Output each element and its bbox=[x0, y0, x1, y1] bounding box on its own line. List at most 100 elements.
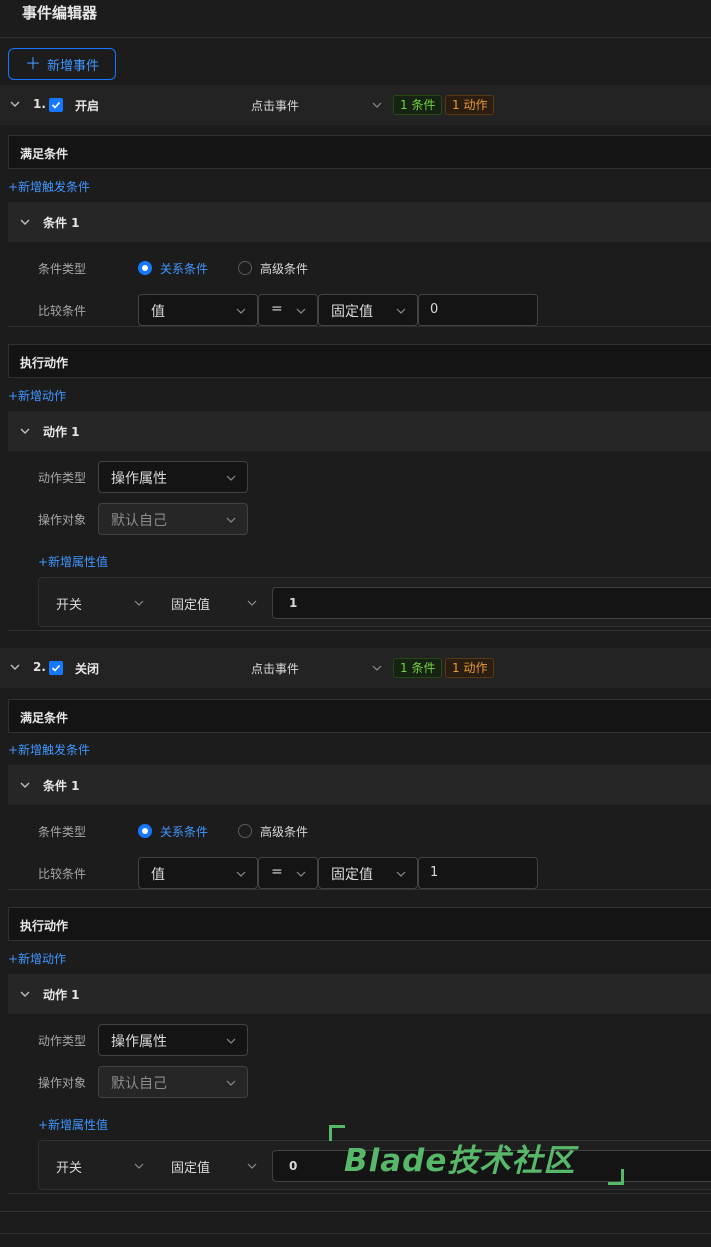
add-property-value-link[interactable]: +新增属性值 bbox=[38, 1116, 108, 1133]
chevron-down-icon[interactable] bbox=[18, 424, 32, 438]
chevron-down-icon[interactable] bbox=[18, 215, 32, 229]
compare-condition-label: 比较条件 bbox=[38, 304, 87, 318]
chevron-down-icon bbox=[396, 308, 406, 314]
divider bbox=[8, 326, 711, 327]
event-type-select[interactable]: 点击事件 bbox=[251, 97, 299, 114]
action-item-header[interactable]: 动作 1 bbox=[8, 411, 711, 451]
condition-item-header[interactable]: 条件 1 bbox=[8, 202, 711, 242]
add-event-button[interactable]: ＋ 新增事件 bbox=[8, 48, 116, 80]
chevron-down-icon bbox=[226, 475, 236, 481]
add-action-link[interactable]: +新增动作 bbox=[8, 950, 66, 967]
add-property-value-link[interactable]: +新增属性值 bbox=[38, 553, 108, 570]
property-value-text: 0 bbox=[289, 1159, 298, 1173]
chevron-down-icon bbox=[226, 517, 236, 523]
chevron-down-icon bbox=[396, 871, 406, 877]
divider bbox=[0, 1211, 711, 1212]
relation-condition-radio[interactable] bbox=[138, 824, 152, 838]
advanced-condition-radio[interactable] bbox=[238, 261, 252, 275]
operator-select[interactable]: = bbox=[258, 294, 318, 326]
event-header-2[interactable]: 2. 关闭 点击事件 1 条件 1 动作 bbox=[0, 648, 711, 688]
compare-left-select[interactable]: 值 bbox=[138, 294, 258, 326]
property-key-select[interactable]: 开关 bbox=[56, 594, 82, 613]
chevron-down-icon bbox=[226, 1080, 236, 1086]
action-target-select[interactable]: 默认自己 bbox=[98, 503, 248, 535]
property-row: 开关 固定值 0 bbox=[38, 1140, 711, 1190]
chevron-down-icon[interactable] bbox=[371, 662, 383, 674]
action-target-select[interactable]: 默认自己 bbox=[98, 1066, 248, 1098]
compare-value-text: 0 bbox=[430, 302, 439, 317]
divider bbox=[8, 1193, 711, 1194]
compare-left-select[interactable]: 值 bbox=[138, 857, 258, 889]
advanced-condition-radio[interactable] bbox=[238, 824, 252, 838]
condition-count-badge: 1 条件 bbox=[393, 95, 443, 115]
compare-right-mode-value: 固定值 bbox=[331, 867, 373, 883]
action-target-label: 操作对象 bbox=[38, 1076, 87, 1090]
advanced-condition-label[interactable]: 高级条件 bbox=[260, 823, 308, 840]
action-item-header[interactable]: 动作 1 bbox=[8, 974, 711, 1014]
conditions-title: 满足条件 bbox=[20, 711, 69, 725]
conditions-title: 满足条件 bbox=[20, 147, 69, 161]
event-index: 2. bbox=[33, 660, 46, 674]
event-enable-checkbox[interactable] bbox=[49, 661, 63, 675]
chevron-down-icon[interactable] bbox=[8, 97, 22, 111]
chevron-down-icon[interactable] bbox=[18, 987, 32, 1001]
chevron-down-icon[interactable] bbox=[18, 778, 32, 792]
chevron-down-icon bbox=[236, 871, 246, 877]
event-type-select[interactable]: 点击事件 bbox=[251, 660, 299, 677]
event-header-1[interactable]: 1. 开启 点击事件 1 条件 1 动作 bbox=[0, 85, 711, 125]
page-title: 事件编辑器 bbox=[22, 4, 98, 22]
add-action-link[interactable]: +新增动作 bbox=[8, 387, 66, 404]
operator-select[interactable]: = bbox=[258, 857, 318, 889]
chevron-down-icon bbox=[296, 871, 306, 877]
chevron-down-icon bbox=[296, 308, 306, 314]
property-mode-select[interactable]: 固定值 bbox=[171, 1157, 210, 1176]
add-trigger-condition-link[interactable]: +新增触发条件 bbox=[8, 178, 90, 195]
relation-condition-label[interactable]: 关系条件 bbox=[160, 823, 208, 840]
divider bbox=[0, 1233, 711, 1234]
advanced-condition-label[interactable]: 高级条件 bbox=[260, 260, 308, 277]
check-icon bbox=[51, 664, 61, 672]
chevron-down-icon[interactable] bbox=[246, 597, 258, 609]
property-value-input[interactable]: 1 bbox=[272, 587, 711, 619]
condition-item-header[interactable]: 条件 1 bbox=[8, 765, 711, 805]
condition-type-label: 条件类型 bbox=[38, 262, 87, 276]
chevron-down-icon[interactable] bbox=[133, 1160, 145, 1172]
action-type-select[interactable]: 操作属性 bbox=[98, 461, 248, 493]
action-title: 动作 1 bbox=[43, 425, 80, 439]
property-key-select[interactable]: 开关 bbox=[56, 1157, 82, 1176]
compare-value-input[interactable]: 0 bbox=[418, 294, 538, 326]
relation-condition-label[interactable]: 关系条件 bbox=[160, 260, 208, 277]
action-type-select[interactable]: 操作属性 bbox=[98, 1024, 248, 1056]
chevron-down-icon bbox=[236, 308, 246, 314]
condition-count-badge: 1 条件 bbox=[393, 658, 443, 678]
compare-right-mode-select[interactable]: 固定值 bbox=[318, 294, 418, 326]
chevron-down-icon[interactable] bbox=[8, 660, 22, 674]
condition-title: 条件 1 bbox=[43, 216, 80, 230]
event-name[interactable]: 开启 bbox=[75, 97, 99, 114]
property-mode-select[interactable]: 固定值 bbox=[171, 594, 210, 613]
conditions-section-header: 满足条件 bbox=[8, 135, 711, 169]
plus-icon: ＋ bbox=[24, 54, 41, 73]
chevron-down-icon[interactable] bbox=[371, 99, 383, 111]
chevron-down-icon[interactable] bbox=[246, 1160, 258, 1172]
action-target-value: 默认自己 bbox=[111, 1076, 167, 1092]
compare-value-text: 1 bbox=[430, 865, 439, 880]
event-index: 1. bbox=[33, 97, 46, 111]
property-value-text: 1 bbox=[289, 596, 298, 610]
compare-right-mode-select[interactable]: 固定值 bbox=[318, 857, 418, 889]
action-title: 动作 1 bbox=[43, 988, 80, 1002]
action-type-label: 动作类型 bbox=[38, 471, 87, 485]
watermark-bracket bbox=[329, 1125, 345, 1141]
event-enable-checkbox[interactable] bbox=[49, 98, 63, 112]
relation-condition-radio[interactable] bbox=[138, 261, 152, 275]
compare-value-input[interactable]: 1 bbox=[418, 857, 538, 889]
divider bbox=[8, 889, 711, 890]
chevron-down-icon[interactable] bbox=[133, 597, 145, 609]
event-name[interactable]: 关闭 bbox=[75, 660, 99, 677]
compare-left-value: 值 bbox=[151, 867, 165, 883]
compare-condition-label: 比较条件 bbox=[38, 867, 87, 881]
property-value-input[interactable]: 0 bbox=[272, 1150, 711, 1182]
add-trigger-condition-link[interactable]: +新增触发条件 bbox=[8, 741, 90, 758]
action-type-value: 操作属性 bbox=[111, 1034, 167, 1050]
operator-value: = bbox=[271, 301, 283, 317]
